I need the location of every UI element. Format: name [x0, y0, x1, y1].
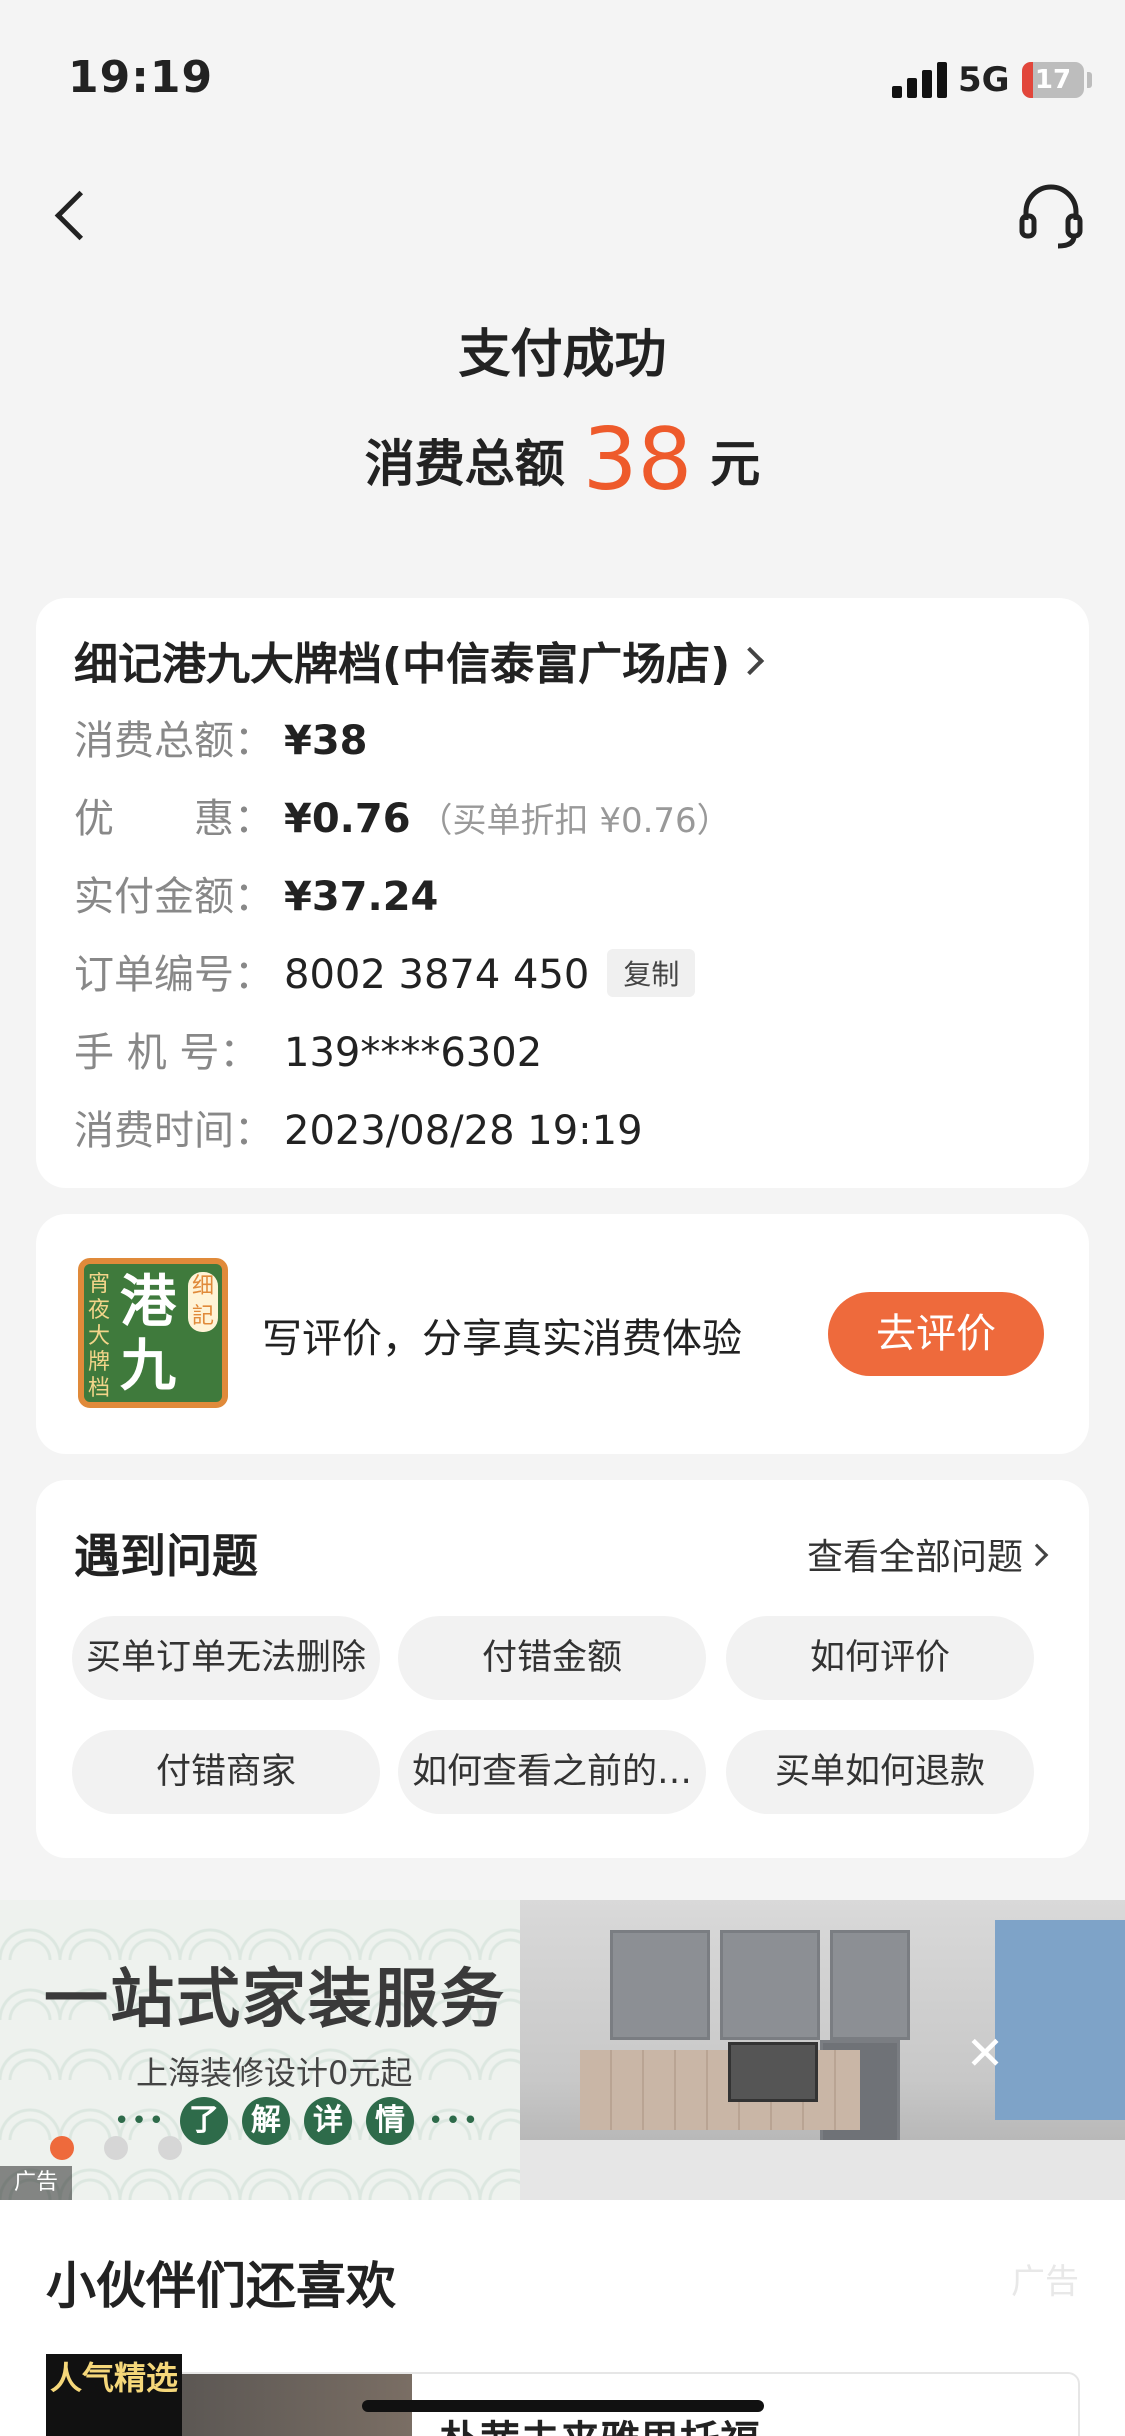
pager-dot[interactable] — [158, 2136, 182, 2160]
cta-char: 了 — [180, 2097, 229, 2145]
faq-chip[interactable]: 付错商家 — [72, 1730, 380, 1814]
pager-dot[interactable] — [104, 2136, 128, 2160]
shop-logo: 宵夜大牌档 港九 细記 — [78, 1258, 228, 1408]
banner-subtitle: 上海装修设计0元起 — [136, 2054, 413, 2092]
review-prompt: 写评价，分享真实消费体验 — [262, 1316, 742, 1362]
write-review-button[interactable]: 去评价 — [828, 1292, 1044, 1376]
shop-name: 细记港九大牌档(中信泰富广场店) — [74, 639, 731, 690]
cta-char: 情 — [366, 2097, 415, 2145]
faq-title: 遇到问题 — [74, 1529, 258, 1583]
order-row-time: 消费时间： 2023/08/28 19:19 — [74, 1098, 643, 1156]
faq-card: 遇到问题 查看全部问题 买单订单无法删除 付错金额 如何评价 付错商家 如何查看… — [36, 1480, 1089, 1858]
row-key: 订单编号： — [74, 952, 274, 998]
order-row-total: 消费总额： ¥38 — [74, 708, 368, 766]
row-value: 139****6302 — [284, 1030, 543, 1076]
copy-button[interactable]: 复制 — [607, 949, 696, 997]
row-key: 手 机 号： — [74, 1030, 260, 1076]
row-key: 实付金额： — [74, 874, 274, 920]
cta-char: 解 — [242, 2097, 291, 2145]
order-row-phone: 手 机 号： 139****6302 — [74, 1020, 542, 1078]
battery-tip — [1087, 72, 1092, 88]
banner-pager — [50, 2136, 182, 2160]
row-value: ¥0.76 — [284, 796, 411, 842]
faq-chip[interactable]: 付错金额 — [398, 1616, 706, 1700]
discount-note: （买单折扣 ¥0.76） — [418, 801, 731, 841]
battery-icon: 17 — [1022, 62, 1084, 98]
order-row-number: 订单编号： 8002 3874 450 复制 — [74, 942, 696, 1001]
chevron-right-icon — [1025, 1543, 1049, 1567]
cta-char: 详 — [304, 2097, 353, 2145]
order-row-paid: 实付金额： ¥37.24 — [74, 864, 438, 922]
cta-dots: ••• — [114, 2106, 167, 2136]
order-details-card: 细记港九大牌档(中信泰富广场店) 消费总额： ¥38 优 惠： ¥0.76 （买单折扣… — [36, 598, 1089, 1188]
battery-level: 17 — [1034, 65, 1072, 95]
row-key: 消费总额： — [74, 718, 274, 764]
total-label: 消费总额 — [364, 435, 565, 493]
row-key: 优 惠： — [74, 796, 274, 842]
total-amount-line: 消费总额 38 元 — [0, 410, 1125, 510]
back-icon[interactable] — [44, 184, 94, 248]
cta-dots: ••• — [428, 2106, 481, 2136]
close-icon[interactable]: ✕ — [958, 2026, 1012, 2080]
row-key: 消费时间： — [74, 1108, 274, 1154]
status-time: 19:19 — [68, 52, 214, 103]
row-value: 8002 3874 450 — [284, 952, 590, 998]
headset-icon[interactable] — [1018, 182, 1084, 252]
faq-chip[interactable]: 如何查看之前的… — [398, 1730, 706, 1814]
ad-tag: 广告 — [0, 2166, 72, 2200]
shop-name-link[interactable]: 细记港九大牌档(中信泰富广场店) — [74, 628, 765, 692]
total-unit: 元 — [710, 435, 761, 493]
item-name[interactable]: 朴茜未来雅思托福 — [440, 2408, 760, 2436]
signal-icon — [892, 62, 948, 98]
row-value: ¥37.24 — [284, 874, 439, 920]
network-type: 5G — [958, 60, 1010, 100]
row-value: 2023/08/28 19:19 — [284, 1108, 643, 1154]
faq-chip[interactable]: 如何评价 — [726, 1616, 1034, 1700]
banner-title: 一站式家装服务 — [44, 1963, 506, 2037]
view-all-label: 查看全部问题 — [806, 1537, 1023, 1578]
pager-dot-active[interactable] — [50, 2136, 74, 2160]
status-bar: 19:19 5G 17 — [0, 0, 1125, 160]
recommend-title: 小伙伴们还喜欢 — [46, 2257, 396, 2315]
ad-label: 广告 — [1011, 2262, 1079, 2302]
total-amount: 38 — [582, 410, 693, 510]
faq-chip[interactable]: 买单订单无法删除 — [72, 1616, 380, 1700]
review-card: 宵夜大牌档 港九 细記 写评价，分享真实消费体验 去评价 — [36, 1214, 1089, 1454]
logo-seal-text: 细記 — [188, 1272, 218, 1332]
view-all-questions-link[interactable]: 查看全部问题 — [806, 1528, 1049, 1580]
home-indicator[interactable] — [362, 2400, 764, 2412]
kitchen-photo — [520, 1900, 1125, 2200]
row-value: ¥38 — [284, 718, 368, 764]
popular-badge: 人气精选 — [46, 2354, 182, 2436]
page-title: 支付成功 — [458, 325, 667, 385]
order-row-discount: 优 惠： ¥0.76 （买单折扣 ¥0.76） — [74, 786, 731, 844]
logo-side-text: 宵夜大牌档 — [88, 1272, 111, 1401]
faq-chip[interactable]: 买单如何退款 — [726, 1730, 1034, 1814]
chevron-right-icon — [736, 646, 765, 676]
